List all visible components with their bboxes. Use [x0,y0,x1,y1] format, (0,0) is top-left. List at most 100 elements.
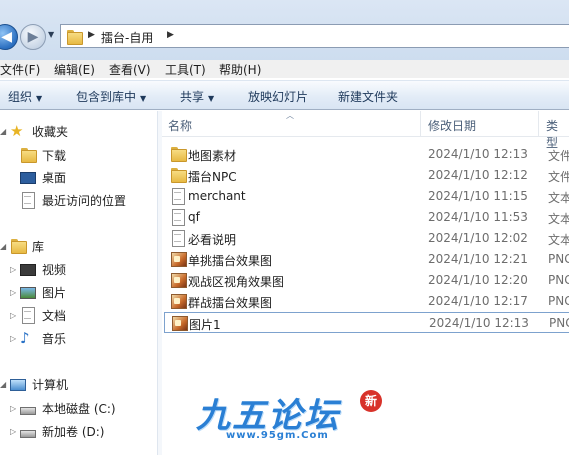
file-row[interactable]: 群战擂台效果图 2024/1/10 12:17 PNG [164,291,569,312]
file-type: 文本 [548,191,569,205]
breadcrumb-item[interactable]: 擂台-自用 [101,29,153,46]
organize-label: 组织 [8,90,33,104]
file-type: PNG [548,273,569,287]
nav-local-disk[interactable]: ▷ 本地磁盘 (C:) [10,398,116,418]
image-file-icon [170,251,187,267]
file-name: 地图素材 [188,149,237,163]
expand-arrow-icon[interactable]: ◢ [0,242,10,251]
video-icon [20,264,36,276]
hard-drive-icon [20,407,36,415]
nav-label: 新加卷 (D:) [42,424,105,439]
expand-arrow-icon[interactable]: ◢ [0,127,10,136]
file-name: merchant [188,189,246,203]
file-row[interactable]: 地图素材 2024/1/10 12:13 文件 [164,144,569,165]
nav-videos[interactable]: ▷ 视频 [10,259,66,279]
nav-label: 库 [32,239,45,254]
collapse-arrow-icon[interactable]: ▷ [10,427,20,436]
nav-new-volume[interactable]: ▷ 新加卷 (D:) [10,421,104,441]
menu-edit[interactable]: 编辑(E) [54,61,95,78]
forum-watermark-logo: 九五论坛 新 www.95gm.Com [186,388,386,444]
text-file-icon [170,209,186,226]
share-label: 共享 [180,90,205,104]
collapse-arrow-icon[interactable]: ▷ [10,334,20,343]
file-name: 必看说明 [188,233,237,247]
nav-documents[interactable]: ▷ 文档 [10,305,66,325]
sort-ascending-icon: ︿ [286,111,294,120]
collapse-arrow-icon[interactable]: ▷ [10,311,20,320]
file-date: 2024/1/10 11:53 [428,210,528,224]
file-row[interactable]: merchant 2024/1/10 11:15 文本 [164,186,569,207]
forward-button[interactable]: ▶ [20,24,46,50]
column-name[interactable]: 名称 [168,117,192,134]
folder-icon [66,29,83,45]
expand-arrow-icon[interactable]: ◢ [0,380,10,389]
navigation-pane: ◢ ★ 收藏夹 下载 桌面 最近访问的位置 ◢ 库 ▷ 视频 ▷ 图片 ▷ 文档… [0,111,157,455]
slideshow-button[interactable]: 放映幻灯片 [248,88,308,105]
file-name: 观战区视角效果图 [188,275,285,289]
file-row[interactable]: 擂台NPC 2024/1/10 12:12 文件 [164,165,569,186]
nav-recent-places[interactable]: 最近访问的位置 [20,190,126,210]
column-divider[interactable] [420,111,421,137]
pictures-icon [20,287,36,299]
nav-label: 本地磁盘 (C:) [42,401,116,416]
organize-button[interactable]: 组织 ▼ [8,88,42,105]
nav-downloads[interactable]: 下载 [20,145,66,165]
column-header: ︿ 名称 修改日期 类型 [162,111,569,150]
nav-label: 下载 [42,148,67,163]
chevron-down-icon: ▼ [208,94,215,103]
folder-icon [170,146,187,162]
file-name: qf [188,210,200,224]
nav-music[interactable]: ▷ ♪ 音乐 [10,328,66,348]
menu-view[interactable]: 查看(V) [109,61,151,78]
hard-drive-icon [20,430,36,438]
menu-bar: 文件(F) 编辑(E) 查看(V) 工具(T) 帮助(H) [0,60,569,78]
back-arrow-icon: ◀ [1,29,12,45]
music-icon: ♪ [20,329,30,347]
recent-pages-chevron-icon[interactable]: ▼ [48,30,54,39]
breadcrumb-chevron-icon[interactable]: ▶ [88,30,95,40]
breadcrumb[interactable]: ▶ 擂台-自用 ▶ [60,24,569,48]
include-library-button[interactable]: 包含到库中 ▼ [76,88,146,105]
file-type: 文件 [548,149,569,163]
nav-label: 文档 [42,308,67,323]
file-name: 擂台NPC [188,170,237,184]
file-row-selected[interactable]: 图片1 2024/1/10 12:13 PNG [164,312,569,333]
column-date-modified[interactable]: 修改日期 [428,117,476,134]
menu-tools[interactable]: 工具(T) [165,61,206,78]
breadcrumb-chevron-icon[interactable]: ▶ [167,30,174,40]
menu-help[interactable]: 帮助(H) [219,61,261,78]
collapse-arrow-icon[interactable]: ▷ [10,404,20,413]
forward-arrow-icon: ▶ [27,29,39,45]
file-type: 文件 [548,170,569,184]
nav-libraries[interactable]: ◢ 库 [0,236,44,256]
menu-file[interactable]: 文件(F) [0,61,40,78]
file-date: 2024/1/10 12:17 [428,294,528,308]
file-type: 文本 [548,212,569,226]
share-button[interactable]: 共享 ▼ [180,88,214,105]
file-row[interactable]: 必看说明 2024/1/10 12:02 文本 [164,228,569,249]
nav-label: 收藏夹 [32,124,69,139]
back-button[interactable]: ◀ [0,24,18,50]
column-divider[interactable] [538,111,539,137]
text-file-icon [170,188,186,205]
nav-computer[interactable]: ◢ 计算机 [0,374,68,394]
nav-favorites[interactable]: ◢ ★ 收藏夹 [0,121,68,141]
file-row[interactable]: 观战区视角效果图 2024/1/10 12:20 PNG [164,270,569,291]
collapse-arrow-icon[interactable]: ▷ [10,265,20,274]
nav-pictures[interactable]: ▷ 图片 [10,282,66,302]
file-row[interactable]: 单挑擂台效果图 2024/1/10 12:21 PNG [164,249,569,270]
file-name: 图片1 [189,318,221,332]
new-folder-button[interactable]: 新建文件夹 [338,88,398,105]
file-row[interactable]: qf 2024/1/10 11:53 文本 [164,207,569,228]
image-file-icon [171,315,188,331]
nav-label: 计算机 [32,377,69,392]
file-date: 2024/1/10 12:21 [428,252,528,266]
library-icon [10,238,27,254]
file-date: 2024/1/10 12:02 [428,231,528,245]
file-type: PNG [548,252,569,266]
chevron-down-icon: ▼ [140,94,147,103]
nav-desktop[interactable]: 桌面 [20,167,66,187]
nav-label: 音乐 [42,331,67,346]
include-library-label: 包含到库中 [76,90,137,104]
collapse-arrow-icon[interactable]: ▷ [10,288,20,297]
